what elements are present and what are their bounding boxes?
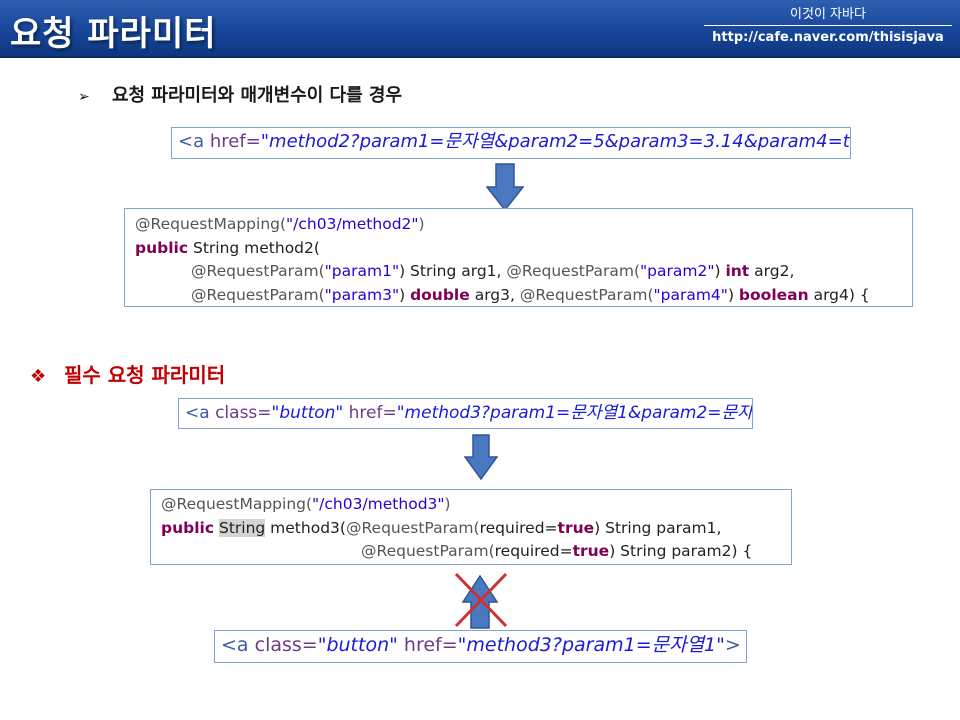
class-attr: class= xyxy=(215,403,272,423)
brand-block: 이것이 자바다 http://cafe.naver.com/thisisjava xyxy=(704,6,952,47)
example1-method-code: @RequestMapping("/ch03/method2") public … xyxy=(124,208,913,307)
code-text: ) xyxy=(727,285,739,304)
tag-open: <a xyxy=(221,634,249,656)
string-literal: "param2" xyxy=(640,262,715,280)
code-line: @RequestMapping("/ch03/method3") xyxy=(161,493,781,517)
code-text: required= xyxy=(479,518,558,537)
keyword: public xyxy=(161,518,215,537)
code-line: public String method3(@RequestParam(requ… xyxy=(161,517,781,541)
string-literal: "/ch03/method2" xyxy=(286,215,419,233)
brand-name: 이것이 자바다 xyxy=(790,7,866,22)
highlighted-type: String xyxy=(218,518,266,537)
code-text: method3( xyxy=(265,518,346,537)
code-text: arg4) { xyxy=(808,285,870,304)
section-title: 필수 요청 파라미터 xyxy=(64,363,226,387)
string-literal: "param1" xyxy=(324,262,400,280)
code-text: ) String arg1, xyxy=(399,262,507,280)
code-text: ) String param2) { xyxy=(609,542,753,560)
keyword: true xyxy=(572,542,610,560)
string-literal: "param3" xyxy=(324,285,400,304)
code-text: arg3, xyxy=(469,285,520,304)
title-bar: 요청 파라미터 이것이 자바다 http://cafe.naver.com/th… xyxy=(0,0,960,58)
annotation: @RequestParam( xyxy=(191,285,325,304)
string-literal: "param4" xyxy=(653,285,728,304)
annotation: @RequestParam( xyxy=(191,262,325,280)
example3-link-code: <a class="button" href="method3?param1=문… xyxy=(214,630,747,663)
tag-open: <a xyxy=(178,131,205,152)
keyword: boolean xyxy=(738,285,809,304)
annotation: @RequestParam( xyxy=(345,518,480,537)
brand-url: http://cafe.naver.com/thisisjava xyxy=(712,30,944,45)
code-text: String method2( xyxy=(188,238,320,257)
keyword: int xyxy=(725,262,750,280)
code-text: arg2, xyxy=(749,262,795,280)
code-text: required= xyxy=(494,542,573,560)
down-arrow-icon xyxy=(464,434,498,480)
annotation: @RequestMapping( xyxy=(135,215,287,233)
keyword: double xyxy=(410,285,470,304)
tag-close: > xyxy=(724,634,741,656)
crossed-up-arrow-icon xyxy=(454,572,508,629)
code-line: public String method2( xyxy=(135,237,902,261)
href-value: "method3?param1=문자열1&param2=문자열2" xyxy=(396,403,753,423)
tag-open: <a xyxy=(185,403,210,423)
brand-divider xyxy=(704,25,952,26)
code-text: ) xyxy=(714,262,726,280)
code-line: @RequestMapping("/ch03/method2") xyxy=(135,213,902,237)
href-value: "method3?param1=문자열1" xyxy=(457,634,725,656)
down-arrow-icon xyxy=(486,163,524,211)
example2-link-code: <a class="button" href="method3?param1=문… xyxy=(178,398,753,429)
arrow-bullet-icon: ➢ xyxy=(78,89,90,105)
href-attr: href= xyxy=(209,131,261,152)
keyword: true xyxy=(557,518,595,537)
class-value: "button" xyxy=(271,403,344,423)
annotation: @RequestParam( xyxy=(519,285,654,304)
code-text: ) xyxy=(444,495,451,513)
code-line: @RequestParam("param1") String arg1, @Re… xyxy=(135,260,902,284)
href-attr: href= xyxy=(403,634,458,656)
annotation: @RequestParam( xyxy=(361,542,495,560)
keyword: public xyxy=(135,238,189,257)
code-text: ) xyxy=(399,285,411,304)
annotation: @RequestParam( xyxy=(506,262,641,280)
code-line: @RequestParam("param3") double arg3, @Re… xyxy=(135,284,902,307)
href-attr: href= xyxy=(348,403,397,423)
page-title: 요청 파라미터 xyxy=(10,14,217,54)
href-value: "method2?param1=문자열&param2=5&param3=3.14… xyxy=(260,131,851,152)
string-literal: "/ch03/method3" xyxy=(312,495,445,513)
code-text: ) xyxy=(418,215,425,233)
code-text: ) String param1, xyxy=(594,518,722,537)
code-line: @RequestParam(required=true) String para… xyxy=(161,540,781,564)
class-value: "button" xyxy=(317,634,398,656)
example1-link-code: <a href="method2?param1=문자열&param2=5&par… xyxy=(171,127,851,159)
annotation: @RequestMapping( xyxy=(161,495,313,513)
class-attr: class= xyxy=(254,634,318,656)
diamond-bullet-icon: ❖ xyxy=(30,366,47,387)
example2-method-code: @RequestMapping("/ch03/method3") public … xyxy=(150,489,792,565)
subsection-heading: ➢ 요청 파라미터와 매개변수이 다를 경우 xyxy=(78,81,402,107)
subsection-title: 요청 파라미터와 매개변수이 다를 경우 xyxy=(112,85,403,106)
section-heading: ❖ 필수 요청 파라미터 xyxy=(30,359,225,388)
